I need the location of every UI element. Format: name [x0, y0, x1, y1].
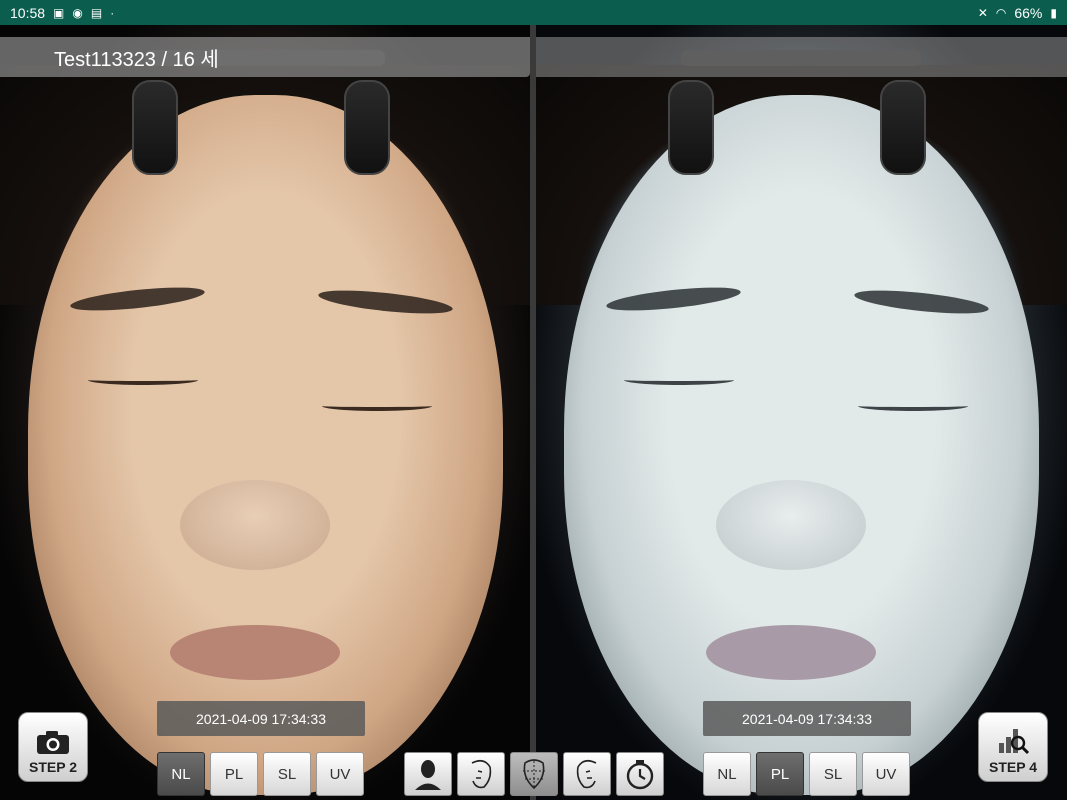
right-mode-uv-button[interactable]: UV	[862, 752, 910, 796]
head-rest-clamp-right	[880, 80, 926, 175]
left-profile-button[interactable]	[457, 752, 505, 796]
lips	[706, 625, 876, 680]
step-2-label: STEP 2	[29, 759, 77, 775]
mode-label: UV	[329, 765, 351, 783]
left-mode-nl-button[interactable]: NL	[157, 752, 205, 796]
left-mode-uv-button[interactable]: UV	[316, 752, 364, 796]
grid-face-icon	[523, 759, 545, 790]
mode-label: PL	[224, 765, 244, 783]
mode-label: SL	[823, 765, 843, 783]
camera-icon	[37, 731, 69, 754]
mode-label: NL	[171, 765, 191, 783]
timer-button[interactable]	[616, 752, 664, 796]
timer-icon	[626, 760, 654, 790]
right-eye	[322, 401, 432, 411]
right-mode-sl-button[interactable]: SL	[809, 752, 857, 796]
face-skin	[28, 95, 503, 795]
right-timestamp: 2021-04-09 17:34:33	[703, 701, 911, 736]
right-profile-button[interactable]	[563, 752, 611, 796]
step-4-button[interactable]: STEP 4	[978, 712, 1048, 782]
dot-icon: ·	[110, 5, 115, 20]
status-bar: 10:58 ▣ ◉ ▤ · ✕ ◠ 66% ▮	[0, 0, 1067, 25]
analysis-chart-icon	[999, 729, 1030, 755]
patient-label: Test113323 / 16 세	[54, 48, 219, 71]
chrome-icon: ◉	[72, 5, 83, 20]
left-face-icon	[471, 759, 492, 789]
image-icon: ▣	[53, 5, 65, 20]
right-title-bar	[536, 37, 1067, 77]
nose	[180, 480, 330, 570]
battery-icon: ▮	[1050, 5, 1057, 20]
head-rest-clamp-right	[344, 80, 390, 175]
front-view-button[interactable]	[404, 752, 452, 796]
shopping-bag-icon: ▤	[90, 5, 103, 20]
wifi-icon: ◠	[995, 5, 1007, 20]
right-face-icon	[576, 759, 597, 789]
right-eye	[858, 401, 968, 411]
right-mode-pl-button[interactable]: PL	[756, 752, 804, 796]
step-2-button[interactable]: STEP 2	[18, 712, 88, 782]
battery-percent: 66%	[1014, 4, 1043, 21]
grid-analysis-button[interactable]	[510, 752, 558, 796]
left-timestamp-text: 2021-04-09 17:34:33	[196, 710, 326, 727]
left-eye	[88, 375, 198, 385]
lips	[170, 625, 340, 680]
right-timestamp-text: 2021-04-09 17:34:33	[742, 710, 872, 727]
mode-label: NL	[717, 765, 737, 783]
face-skin	[564, 95, 1039, 795]
mute-icon: ✕	[977, 5, 988, 20]
left-face-photo[interactable]	[0, 25, 530, 800]
nose	[716, 480, 866, 570]
patient-title-bar: Test113323 / 16 세	[0, 37, 530, 77]
head-rest-clamp-left	[132, 80, 178, 175]
head-rest-clamp-left	[668, 80, 714, 175]
left-mode-pl-button[interactable]: PL	[210, 752, 258, 796]
front-face-icon	[415, 760, 441, 790]
step-4-label: STEP 4	[989, 759, 1037, 775]
left-timestamp: 2021-04-09 17:34:33	[157, 701, 365, 736]
right-face-photo[interactable]	[536, 25, 1067, 800]
left-mode-sl-button[interactable]: SL	[263, 752, 311, 796]
clock: 10:58	[10, 4, 46, 21]
mode-label: PL	[770, 765, 790, 783]
right-mode-nl-button[interactable]: NL	[703, 752, 751, 796]
mode-label: UV	[875, 765, 897, 783]
left-eye	[624, 375, 734, 385]
mode-label: SL	[277, 765, 297, 783]
